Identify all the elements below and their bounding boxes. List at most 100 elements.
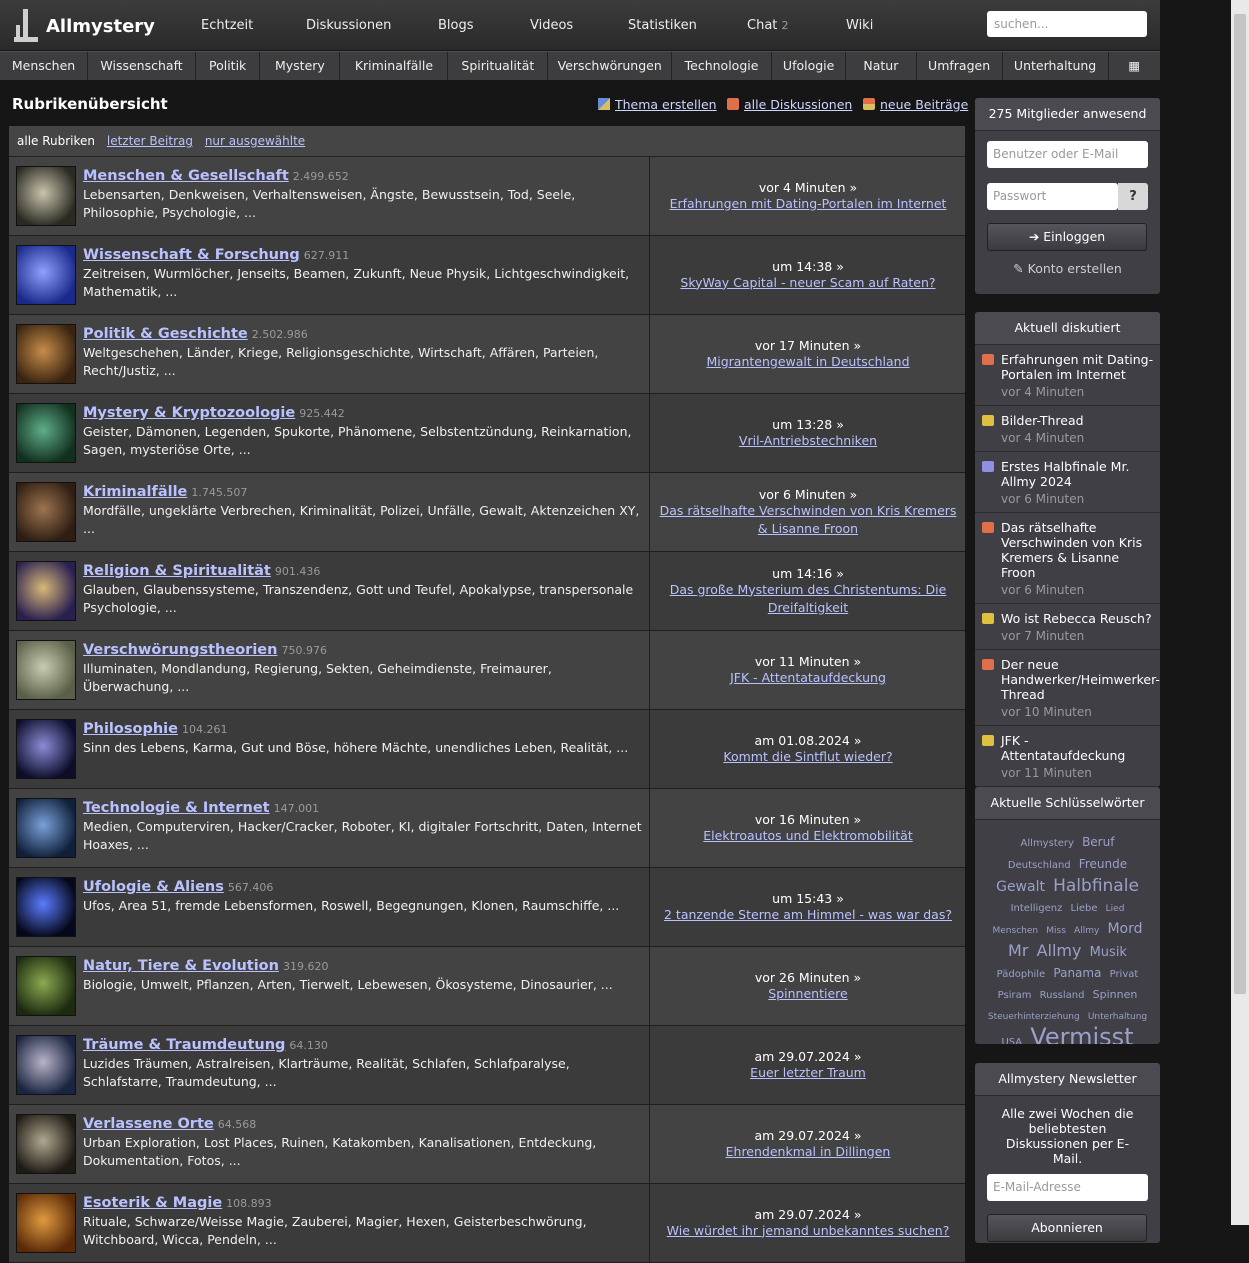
last-post-thread[interactable]: Elektroautos und Elektromobilität: [695, 827, 920, 845]
last-post-thread[interactable]: Erfahrungen mit Dating-Portalen im Inter…: [662, 195, 955, 213]
keyword-tag[interactable]: Liebe: [1071, 903, 1098, 914]
new-posts-link[interactable]: neue Beiträge: [880, 97, 968, 112]
rubric-title[interactable]: Politik & Geschichte: [83, 326, 248, 342]
discussed-item[interactable]: Das rätselhafte Verschwinden von Kris Kr…: [975, 513, 1160, 604]
rubric-title[interactable]: Kriminalfälle: [83, 484, 187, 500]
username-input[interactable]: Benutzer oder E-Mail: [987, 141, 1148, 168]
category-tab-5[interactable]: Spiritualität: [448, 52, 549, 80]
keyword-tag[interactable]: Privat: [1110, 969, 1139, 980]
rubric-image[interactable]: [16, 403, 76, 463]
category-tab-10[interactable]: Umfragen: [917, 52, 1003, 80]
password-help-button[interactable]: ?: [1118, 183, 1148, 210]
discussed-item[interactable]: Der neue Handwerker/Heimwerker-Thread vor…: [975, 650, 1160, 726]
last-post-time[interactable]: vor 6 Minuten »: [759, 487, 857, 502]
nav-echtzeit[interactable]: Echtzeit: [201, 18, 253, 33]
last-post-time[interactable]: vor 17 Minuten »: [755, 338, 861, 353]
keyword-tag[interactable]: Mr: [1008, 941, 1028, 960]
nav-wiki[interactable]: Wiki: [846, 18, 873, 33]
category-tab-2[interactable]: Politik: [196, 52, 261, 80]
all-discussions-link[interactable]: alle Diskussionen: [744, 97, 852, 112]
nav-videos[interactable]: Videos: [530, 18, 573, 33]
keyword-tag[interactable]: Allmy: [1037, 941, 1082, 960]
category-tab-7[interactable]: Technologie: [672, 52, 773, 80]
last-post-time[interactable]: um 14:16 »: [772, 566, 844, 581]
last-post-thread[interactable]: Euer letzter Traum: [742, 1064, 874, 1082]
category-tab-1[interactable]: Wissenschaft: [88, 52, 196, 80]
last-post-time[interactable]: am 01.08.2024 »: [754, 733, 861, 748]
discussed-item[interactable]: Erstes Halbfinale Mr. Allmy 2024 vor 6 Mi…: [975, 452, 1160, 513]
nav-blogs[interactable]: Blogs: [438, 18, 474, 33]
keyword-tag[interactable]: Spinnen: [1093, 988, 1138, 1001]
keyword-tag[interactable]: Deutschland: [1008, 860, 1071, 871]
discussed-item[interactable]: Erfahrungen mit Dating-Portalen im Inter…: [975, 345, 1160, 406]
last-post-time[interactable]: um 14:38 »: [772, 259, 844, 274]
nav-chat[interactable]: Chat 2: [747, 18, 789, 33]
category-tab-6[interactable]: Verschwörungen: [548, 52, 673, 80]
discussed-title[interactable]: Wo ist Rebecca Reusch?: [1001, 611, 1154, 626]
newsletter-email-input[interactable]: E-Mail-Adresse: [987, 1174, 1148, 1201]
login-button[interactable]: ➔ Einloggen: [987, 223, 1147, 251]
nav-diskussionen[interactable]: Diskussionen: [306, 18, 391, 33]
keyword-tag[interactable]: Unterhaltung: [1088, 1012, 1147, 1022]
nav-statistiken[interactable]: Statistiken: [628, 18, 697, 33]
category-tab-8[interactable]: Ufologie: [772, 52, 847, 80]
last-post-thread[interactable]: Kommt die Sintflut wieder?: [715, 748, 900, 766]
rubric-title[interactable]: Verlassene Orte: [83, 1116, 214, 1132]
keyword-tag[interactable]: Panama: [1053, 966, 1101, 980]
create-topic-action[interactable]: Thema erstellen: [598, 97, 717, 112]
rubric-title[interactable]: Esoterik & Magie: [83, 1195, 222, 1211]
rubric-image[interactable]: [16, 956, 76, 1016]
keyword-tag[interactable]: Freunde: [1079, 857, 1127, 871]
rubric-image[interactable]: [16, 245, 76, 305]
rubric-title[interactable]: Verschwörungstheorien: [83, 642, 277, 658]
keyword-tag[interactable]: Mord: [1107, 921, 1142, 937]
discussed-title[interactable]: Das rätselhafte Verschwinden von Kris Kr…: [1001, 520, 1154, 580]
rubric-title[interactable]: Wissenschaft & Forschung: [83, 247, 300, 263]
keyword-tag[interactable]: Halbfinale: [1053, 876, 1139, 896]
rubric-title[interactable]: Natur, Tiere & Evolution: [83, 958, 279, 974]
last-post-time[interactable]: am 29.07.2024 »: [754, 1207, 861, 1222]
register-link[interactable]: ✎ Konto erstellen: [975, 261, 1160, 276]
new-posts-action[interactable]: neue Beiträge: [863, 97, 968, 112]
rubric-image[interactable]: [16, 1114, 76, 1174]
discussed-title[interactable]: Bilder-Thread: [1001, 413, 1154, 428]
rubric-image[interactable]: [16, 877, 76, 937]
keyword-tag[interactable]: Gewalt: [996, 879, 1045, 895]
last-post-thread[interactable]: Das rätselhafte Verschwinden von Kris Kr…: [650, 502, 966, 538]
password-input[interactable]: Passwort: [987, 183, 1118, 210]
keyword-tag[interactable]: Lied: [1106, 904, 1125, 914]
last-post-time[interactable]: vor 16 Minuten »: [755, 812, 861, 827]
rubric-title[interactable]: Religion & Spiritualität: [83, 563, 271, 579]
last-post-time[interactable]: am 29.07.2024 »: [754, 1049, 861, 1064]
rubric-image[interactable]: [16, 166, 76, 226]
rubric-title[interactable]: Ufologie & Aliens: [83, 879, 224, 895]
rubric-title[interactable]: Technologie & Internet: [83, 800, 270, 816]
filter-all[interactable]: alle Rubriken: [17, 134, 95, 148]
discussed-item[interactable]: JFK - Attentataufdeckung vor 11 Minuten: [975, 726, 1160, 787]
last-post-thread[interactable]: Wie würdet ihr jemand unbekanntes suchen…: [659, 1222, 958, 1240]
scrollbar-thumb[interactable]: [1234, 14, 1246, 994]
category-tab-11[interactable]: Unterhaltung: [1003, 52, 1109, 80]
rubric-title[interactable]: Philosophie: [83, 721, 178, 737]
last-post-thread[interactable]: Ehrendenkmal in Dillingen: [718, 1143, 899, 1161]
last-post-thread[interactable]: Vril-Antriebstechniken: [731, 432, 885, 450]
rubric-image[interactable]: [16, 719, 76, 779]
filter-last-post[interactable]: letzter Beitrag: [107, 134, 193, 148]
keyword-tag[interactable]: Pädophile: [997, 969, 1046, 980]
rubric-image[interactable]: [16, 1035, 76, 1095]
rubric-image[interactable]: [16, 640, 76, 700]
filter-selected[interactable]: nur ausgewählte: [205, 134, 305, 148]
keyword-tag[interactable]: Allmy: [1074, 926, 1099, 936]
keyword-tag[interactable]: Miss: [1046, 926, 1066, 936]
category-tab-4[interactable]: Kriminalfälle: [340, 52, 449, 80]
last-post-time[interactable]: vor 4 Minuten »: [759, 180, 857, 195]
last-post-thread[interactable]: SkyWay Capital - neuer Scam auf Raten?: [672, 274, 943, 292]
rubric-title[interactable]: Menschen & Gesellschaft: [83, 168, 289, 184]
last-post-thread[interactable]: Spinnentiere: [760, 985, 855, 1003]
keyword-tag[interactable]: USA: [1001, 1037, 1022, 1044]
category-tab-0[interactable]: Menschen: [0, 52, 89, 80]
rubric-image[interactable]: [16, 482, 76, 542]
logo[interactable]: Allmystery: [14, 8, 155, 44]
rubric-image[interactable]: [16, 798, 76, 858]
rubric-image[interactable]: [16, 1193, 76, 1253]
